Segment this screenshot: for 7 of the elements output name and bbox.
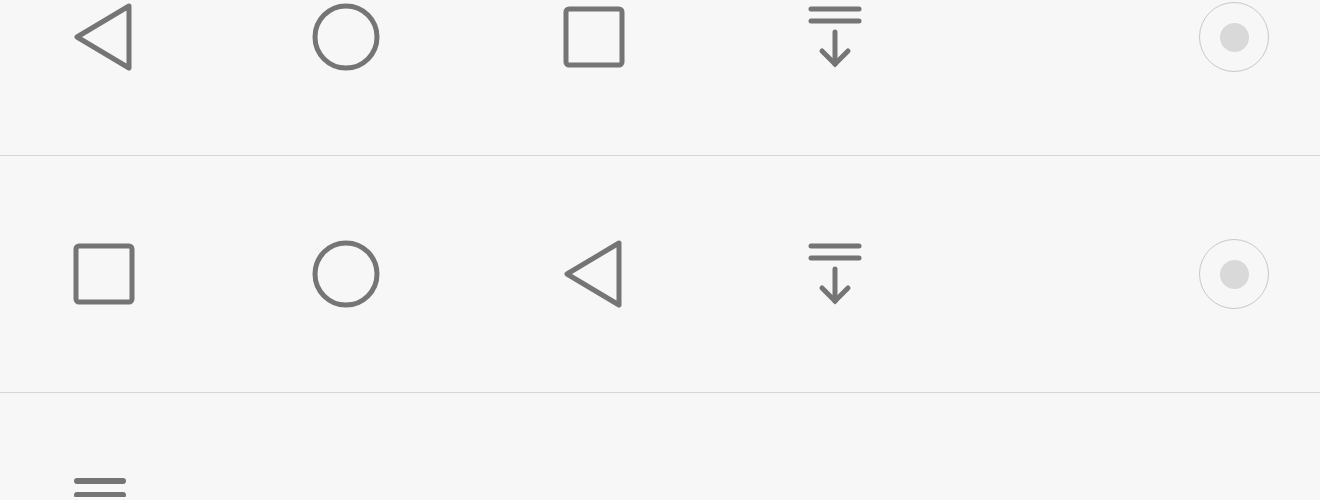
square-icon — [73, 243, 135, 305]
menu-icon — [73, 477, 127, 497]
square-icon — [563, 6, 625, 68]
triangle-icon — [563, 240, 623, 308]
triangle-icon — [73, 3, 133, 71]
circle-icon — [312, 3, 380, 71]
circle-icon — [312, 240, 380, 308]
